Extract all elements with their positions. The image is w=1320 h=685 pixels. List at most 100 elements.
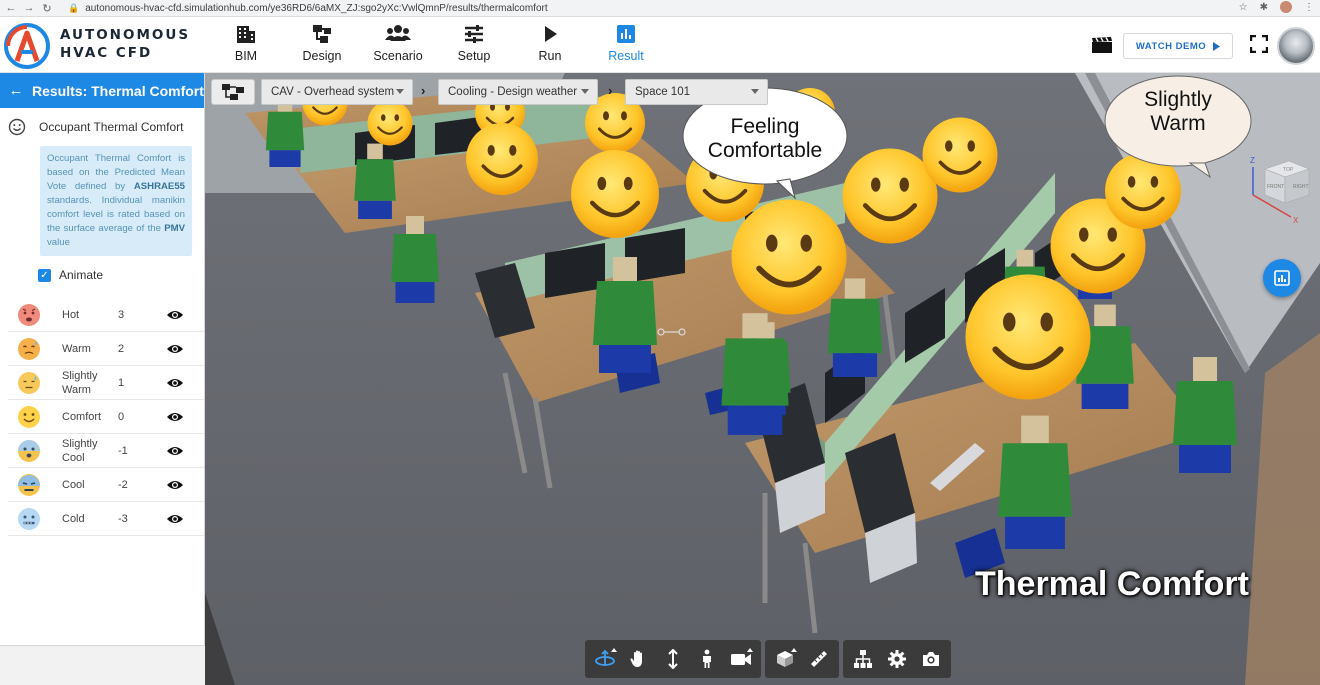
eye-icon[interactable] — [166, 377, 184, 389]
building-icon — [214, 23, 278, 47]
cold-face-icon — [18, 507, 40, 530]
address-bar[interactable]: autonomous-hvac-cfd.simulationhub.com/ye… — [85, 3, 547, 14]
level-row-warm: Warm 2 — [8, 332, 204, 366]
profile-avatar[interactable] — [1280, 1, 1292, 13]
info-pmv: PMV — [164, 223, 185, 234]
zoom-tool-button[interactable] — [656, 640, 690, 678]
eye-icon[interactable] — [166, 445, 184, 457]
nav-scenario[interactable]: Scenario — [366, 23, 430, 69]
video-camera-icon — [731, 654, 751, 665]
more-menu-icon[interactable]: ⋮ — [1304, 2, 1314, 13]
level-value: -2 — [118, 478, 128, 491]
screenshot-button[interactable] — [914, 640, 948, 678]
level-value: 3 — [118, 308, 125, 321]
bubble-text-line: Comfortable — [707, 139, 823, 162]
results-chart-button[interactable] — [1263, 259, 1301, 297]
nav-setup[interactable]: Setup — [442, 23, 506, 69]
hand-icon — [630, 650, 642, 667]
level-row-hot: Hot 3 — [8, 298, 204, 332]
nav-bim[interactable]: BIM — [214, 23, 278, 69]
viewer-toolbar — [585, 640, 951, 678]
weather-select[interactable]: Cooling - Design weather — [438, 79, 598, 105]
eye-icon[interactable] — [166, 343, 184, 355]
fullscreen-icon[interactable] — [1250, 35, 1268, 53]
brand-line-1: AUTONOMOUS — [60, 27, 191, 43]
chevron-down-icon — [396, 89, 404, 94]
system-select[interactable]: CAV - Overhead system — [261, 79, 413, 105]
eye-icon[interactable] — [166, 513, 184, 525]
level-name: Cool — [62, 478, 85, 491]
forward-arrow-icon[interactable]: → — [22, 2, 36, 14]
level-name: Comfort — [62, 410, 102, 423]
level-value: 2 — [118, 342, 125, 355]
info-box: Occupant Thermal Comfort is based on the… — [40, 146, 192, 256]
sliders-icon — [442, 23, 506, 47]
nav-scenario-label: Scenario — [373, 49, 423, 63]
speech-bubble-slightly-warm: Slightly Warm — [1108, 88, 1248, 136]
level-value: -1 — [118, 444, 128, 457]
app-header: AUTONOMOUS HVAC CFD BIM Design Scenario … — [0, 17, 1320, 73]
space-select[interactable]: Space 101 — [625, 79, 768, 105]
level-row-slightly-warm: Slightly Warm 1 — [8, 366, 204, 400]
star-icon[interactable]: ☆ — [1239, 2, 1248, 13]
level-name: Warm — [62, 342, 91, 355]
level-value: 0 — [118, 410, 125, 423]
axis-x-label: X — [1293, 216, 1299, 225]
animate-toggle[interactable]: ✓ Animate — [0, 260, 204, 290]
level-row-comfort: Comfort 0 — [8, 400, 204, 434]
level-name: Slightly Cool — [62, 437, 98, 464]
autonomous-logo-icon[interactable] — [2, 21, 52, 71]
occupant-thermal-comfort-header[interactable]: Occupant Thermal Comfort — [0, 108, 204, 146]
model-browser-button[interactable] — [846, 640, 880, 678]
bubble-text-line: Feeling — [730, 115, 800, 138]
chevron-down-icon — [581, 89, 589, 94]
measure-tool-button[interactable] — [802, 640, 836, 678]
clapperboard-icon[interactable] — [1092, 37, 1112, 53]
results-sidebar: ← Results: Thermal Comfort Occupant Ther… — [0, 73, 205, 685]
cube-front-label: FRONT — [1267, 184, 1284, 190]
3d-viewport[interactable]: CAV - Overhead system › Cooling - Design… — [205, 73, 1320, 685]
nav-design[interactable]: Design — [290, 23, 354, 69]
browser-bar: ← → ↻ 🔒 autonomous-hvac-cfd.simulationhu… — [0, 0, 1320, 17]
reload-icon[interactable]: ↻ — [40, 2, 54, 15]
nav-run[interactable]: Run — [518, 23, 582, 69]
thermal-comfort-overlay-title: Thermal Comfort — [975, 565, 1249, 603]
cube-right-label: RIGHT — [1293, 184, 1309, 190]
chart-icon — [1274, 270, 1290, 286]
back-arrow-icon[interactable]: ← — [0, 82, 32, 99]
nav-result[interactable]: Result — [594, 23, 658, 69]
eye-icon[interactable] — [166, 411, 184, 423]
sidebar-footer — [0, 645, 205, 685]
animate-checkbox[interactable]: ✓ — [38, 268, 51, 282]
gear-icon — [888, 650, 906, 668]
eye-icon[interactable] — [166, 309, 184, 321]
people-icon — [366, 23, 430, 47]
orbit-tool-button[interactable] — [588, 640, 622, 678]
camera-view-button[interactable] — [724, 640, 758, 678]
cool-face-icon — [18, 473, 40, 496]
level-row-cold: Cold -3 — [8, 502, 204, 536]
pan-tool-button[interactable] — [622, 640, 656, 678]
lock-icon: 🔒 — [68, 2, 80, 13]
model-tools-group — [765, 640, 839, 678]
walk-tool-button[interactable] — [690, 640, 724, 678]
network-view-button[interactable] — [211, 79, 255, 105]
settings-button[interactable] — [880, 640, 914, 678]
person-icon — [703, 649, 711, 668]
back-arrow-icon[interactable]: ← — [4, 2, 18, 14]
level-value: 1 — [118, 376, 125, 389]
extensions-icon[interactable]: ✱ — [1260, 2, 1268, 13]
settings-tools-group — [843, 640, 951, 678]
section-tool-button[interactable] — [768, 640, 802, 678]
view-cube[interactable]: TOP FRONT RIGHT Z X — [1245, 155, 1313, 225]
hot-face-icon — [18, 303, 40, 326]
slightly-cool-face-icon — [18, 439, 40, 462]
cube-top-label: TOP — [1283, 167, 1294, 173]
level-name: Slightly Warm — [62, 369, 98, 396]
chevron-right-icon: › — [608, 83, 613, 98]
network-icon — [222, 84, 244, 100]
nav-design-label: Design — [302, 49, 342, 63]
watch-demo-button[interactable]: WATCH DEMO — [1123, 33, 1233, 59]
user-avatar[interactable] — [1277, 27, 1315, 65]
eye-icon[interactable] — [166, 479, 184, 491]
